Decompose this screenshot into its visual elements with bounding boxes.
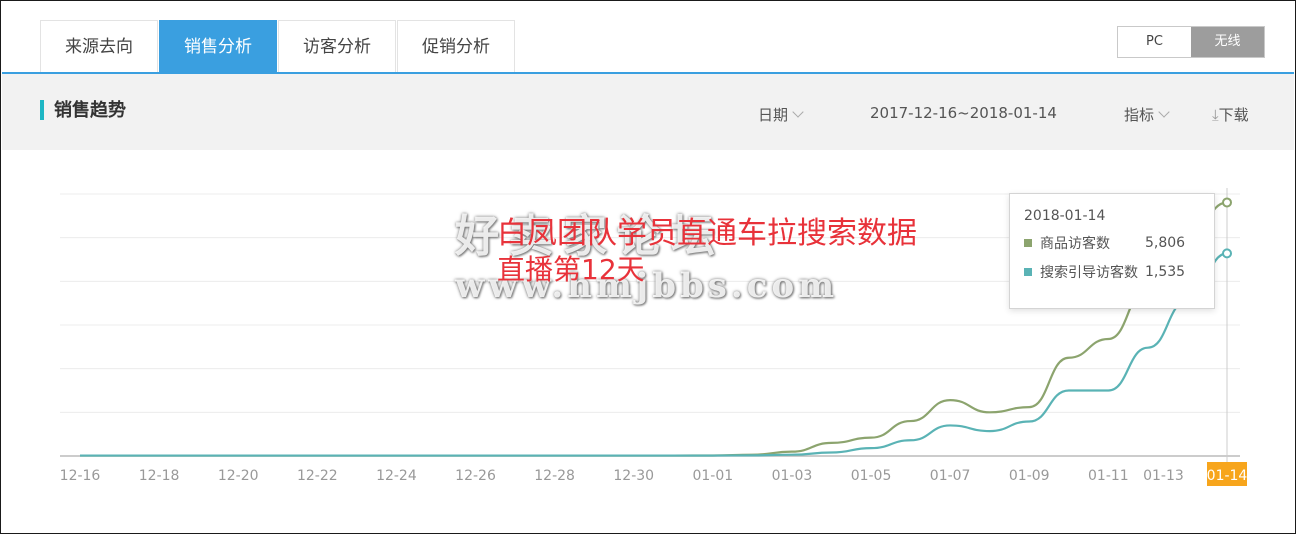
x-tick-label: 01-01	[692, 468, 733, 484]
date-range[interactable]: 2017-12-16~2018-01-14	[870, 104, 1057, 122]
tooltip-row: 搜索引导访客数 1,535	[1024, 262, 1214, 282]
section-toolbar: 销售趋势 日期 2017-12-16~2018-01-14 指标 ⤓下载	[2, 74, 1294, 150]
x-tick-label: 12-26	[455, 468, 496, 484]
overlay-caption-line1: 白凤团队学员直通车拉搜索数据	[497, 216, 917, 251]
tab-source[interactable]: 来源去向	[40, 20, 158, 72]
x-tick-label: 12-16	[60, 468, 101, 484]
analysis-tabs: 来源去向 销售分析 访客分析 促销分析	[40, 20, 516, 72]
x-tick-label: 12-22	[297, 468, 338, 484]
x-tick-label: 12-28	[534, 468, 575, 484]
series-point-0[interactable]	[1222, 197, 1232, 208]
date-dropdown[interactable]: 日期	[758, 104, 804, 125]
download-button[interactable]: ⤓下载	[1212, 104, 1249, 125]
series-point-1[interactable]	[1222, 248, 1232, 259]
metric-dropdown[interactable]: 指标	[1124, 104, 1170, 125]
tooltip-row: 商品访客数 5,806	[1024, 233, 1214, 253]
chevron-down-icon	[792, 106, 804, 118]
chevron-down-icon	[1158, 106, 1170, 118]
chart-tooltip: 2018-01-14 商品访客数 5,806 搜索引导访客数 1,535	[1009, 193, 1215, 309]
wireless-toggle-button[interactable]: 无线	[1191, 27, 1264, 57]
download-icon: ⤓	[1212, 106, 1219, 124]
x-tick-label: 01-05	[851, 468, 892, 484]
download-label: 下载	[1218, 106, 1249, 124]
date-dropdown-label: 日期	[758, 106, 789, 124]
x-tick-label: 01-14	[1207, 468, 1248, 484]
legend-swatch-search	[1024, 268, 1032, 276]
x-tick-label: 12-18	[139, 468, 180, 484]
section-title: 销售趋势	[54, 100, 126, 121]
tooltip-value: 5,806	[1145, 235, 1186, 251]
metric-dropdown-label: 指标	[1124, 106, 1155, 124]
tab-promotion[interactable]: 促销分析	[397, 20, 515, 72]
x-tick-label: 01-07	[930, 468, 971, 484]
x-tick-label: 12-20	[218, 468, 259, 484]
x-tick-label: 12-30	[613, 468, 654, 484]
x-tick-label: 01-13	[1143, 468, 1184, 484]
tooltip-label: 商品访客数	[1040, 236, 1110, 252]
x-tick-label: 12-24	[376, 468, 417, 484]
section-marker	[40, 100, 44, 120]
x-tick-label: 01-03	[772, 468, 813, 484]
x-tick-label: 01-11	[1088, 468, 1129, 484]
tooltip-label: 搜索引导访客数	[1040, 265, 1138, 281]
legend-swatch-goods	[1024, 239, 1032, 247]
overlay-caption-line2: 直播第12天	[497, 253, 645, 286]
tab-sales[interactable]: 销售分析	[159, 20, 277, 72]
pc-toggle-button[interactable]: PC	[1118, 27, 1191, 57]
tab-visitors[interactable]: 访客分析	[278, 20, 396, 72]
chart-x-axis: 12-16 12-18 12-20 12-22 12-24 12-26 12-28 12-30…	[60, 462, 1248, 486]
tooltip-date: 2018-01-14	[1024, 208, 1106, 224]
x-tick-label: 01-09	[1009, 468, 1050, 484]
tooltip-value: 1,535	[1145, 264, 1186, 280]
device-toggle: PC 无线	[1117, 26, 1265, 58]
